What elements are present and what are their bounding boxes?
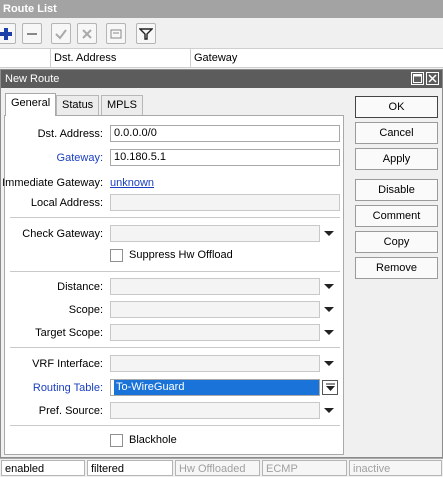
close-icon[interactable] xyxy=(426,72,439,85)
blackhole-label: Blackhole xyxy=(129,434,177,446)
check-gateway-label: Check Gateway: xyxy=(22,228,103,240)
suppress-hw-offload-checkbox[interactable] xyxy=(110,249,123,262)
comment-button[interactable]: Comment xyxy=(355,205,438,227)
pref-source-select[interactable] xyxy=(110,402,320,419)
gateway-input[interactable]: 10.180.5.1 xyxy=(110,149,340,166)
suppress-hw-offload-label: Suppress Hw Offload xyxy=(129,249,233,261)
distance-label: Distance: xyxy=(57,281,103,293)
immediate-gateway-link[interactable]: unknown xyxy=(110,175,154,191)
distance-input[interactable] xyxy=(110,278,320,295)
tab-status[interactable]: Status xyxy=(56,95,100,115)
remove-button[interactable]: Remove xyxy=(355,257,438,279)
vrf-interface-select[interactable] xyxy=(110,355,320,372)
route-list-toolbar xyxy=(0,18,443,48)
dst-address-input[interactable]: 0.0.0.0/0 xyxy=(110,125,340,142)
cancel-button[interactable]: Cancel xyxy=(355,122,438,144)
filter-icon[interactable] xyxy=(136,23,156,44)
x-icon[interactable] xyxy=(77,23,97,44)
dst-address-label: Dst. Address: xyxy=(37,128,103,140)
dropdown-toggle-icon[interactable] xyxy=(322,380,338,395)
target-scope-label: Target Scope: xyxy=(35,327,103,339)
check-gateway-select[interactable] xyxy=(110,225,320,242)
comment-icon[interactable] xyxy=(106,23,126,44)
route-list-title: Route List xyxy=(0,0,443,18)
dialog-title: New Route xyxy=(5,73,60,85)
dialog-title-bar: New Route xyxy=(1,70,442,88)
route-list-header: Dst. Address Gateway xyxy=(0,48,443,68)
blackhole-checkbox[interactable] xyxy=(110,434,123,447)
maximize-icon[interactable] xyxy=(411,72,424,85)
disable-button[interactable]: Disable xyxy=(355,179,438,201)
status-enabled: enabled xyxy=(1,460,85,476)
gateway-label[interactable]: Gateway: xyxy=(57,150,103,166)
status-bar: enabled filtered Hw Offloaded ECMP inact… xyxy=(0,458,443,476)
routing-table-select[interactable]: To-WireGuard xyxy=(110,379,320,396)
plus-icon[interactable] xyxy=(0,23,16,44)
tab-general[interactable]: General xyxy=(5,93,57,116)
minus-icon[interactable] xyxy=(22,23,42,44)
scope-label: Scope: xyxy=(68,304,103,316)
local-address-label: Local Address: xyxy=(30,197,103,209)
separator xyxy=(10,271,340,272)
chevron-down-icon[interactable] xyxy=(322,301,336,318)
chevron-down-icon[interactable] xyxy=(322,278,336,295)
chevron-down-icon[interactable] xyxy=(322,225,336,242)
general-panel: Dst. Address: 0.0.0.0/0 Gateway: 10.180.… xyxy=(2,115,344,455)
ok-button[interactable]: OK xyxy=(355,96,438,118)
target-scope-input[interactable] xyxy=(110,324,320,341)
scope-input[interactable] xyxy=(110,301,320,318)
separator xyxy=(10,425,340,426)
tab-mpls[interactable]: MPLS xyxy=(101,95,143,115)
column-gateway[interactable]: Gateway xyxy=(190,49,443,67)
column-dst-address[interactable]: Dst. Address xyxy=(50,49,190,67)
separator xyxy=(10,217,340,218)
apply-button[interactable]: Apply xyxy=(355,148,438,170)
routing-table-value: To-WireGuard xyxy=(114,380,319,395)
check-icon[interactable] xyxy=(51,23,71,44)
pref-source-label: Pref. Source: xyxy=(38,405,103,417)
immediate-gateway-label: Immediate Gateway: xyxy=(2,177,103,189)
new-route-dialog: New Route General Status MPLS Dst. Addre… xyxy=(0,69,443,458)
chevron-down-icon[interactable] xyxy=(322,402,336,419)
separator xyxy=(10,347,340,348)
copy-button[interactable]: Copy xyxy=(355,231,438,253)
status-ecmp: ECMP xyxy=(262,460,347,476)
status-filtered: filtered xyxy=(87,460,173,476)
routing-table-label[interactable]: Routing Table: xyxy=(33,380,103,396)
status-inactive: inactive xyxy=(349,460,442,476)
local-address-input[interactable] xyxy=(110,194,340,211)
chevron-down-icon[interactable] xyxy=(322,355,336,372)
vrf-interface-label: VRF Interface: xyxy=(32,358,103,370)
chevron-down-icon[interactable] xyxy=(322,324,336,341)
status-hw-offloaded: Hw Offloaded xyxy=(175,460,260,476)
